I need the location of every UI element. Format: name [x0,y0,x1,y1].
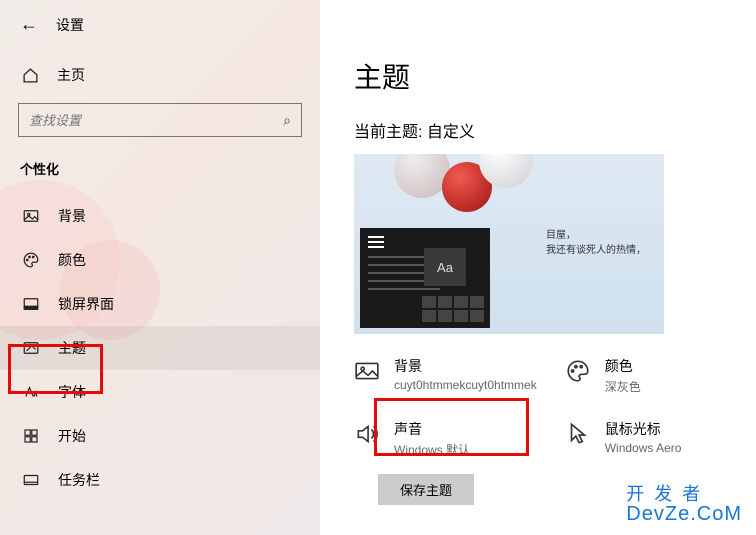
taskbar-icon [22,471,40,489]
setting-sound[interactable]: 声音 Windows 默认 [354,419,537,458]
image-icon [354,358,380,384]
preview-text: 目屋， 我还有谈死人的热情， [546,226,646,256]
setting-label: 颜色 [605,356,641,376]
home-icon [22,67,39,84]
current-theme-label: 当前主题: 自定义 [354,118,726,142]
setting-color[interactable]: 颜色 深灰色 [565,356,726,395]
preview-start-menu: Aa [360,228,490,328]
sidebar-item-label: 颜色 [58,250,86,270]
fonts-icon [22,383,40,401]
sidebar-item-background[interactable]: 背景 [0,194,320,238]
category-label: 个性化 [0,159,320,194]
header: ← 设置 [0,14,320,57]
lockscreen-icon [22,295,40,313]
sidebar: ← 设置 主页 ⌕ 个性化 背景 颜色 锁屏界面 主题 字体 开始 任务栏 [0,0,320,535]
setting-value: Windows Aero [605,441,682,455]
sidebar-item-label: 背景 [58,206,86,226]
themes-icon [22,339,40,357]
sidebar-item-label: 字体 [58,382,86,402]
search-input[interactable] [29,113,283,128]
setting-label: 背景 [394,356,537,376]
app-title: 设置 [56,15,84,35]
home-label: 主页 [57,65,85,85]
sidebar-item-fonts[interactable]: 字体 [0,370,320,414]
setting-value: cuyt0htmmekcuyt0htmmek [394,378,537,392]
setting-cursor[interactable]: 鼠标光标 Windows Aero [565,419,726,458]
home-link[interactable]: 主页 [0,57,320,103]
sound-icon [354,421,380,447]
sidebar-item-themes[interactable]: 主题 [0,326,320,370]
cursor-icon [565,421,591,447]
setting-label: 鼠标光标 [605,419,682,439]
image-icon [22,207,40,225]
sidebar-item-label: 主题 [58,338,86,358]
sidebar-item-lockscreen[interactable]: 锁屏界面 [0,282,320,326]
sidebar-item-color[interactable]: 颜色 [0,238,320,282]
search-icon[interactable]: ⌕ [283,112,291,129]
setting-value: 深灰色 [605,378,641,395]
hamburger-icon [368,236,384,248]
preview-text-sample: Aa [424,248,466,286]
sidebar-item-start[interactable]: 开始 [0,414,320,458]
save-theme-button[interactable]: 保存主题 [378,474,474,505]
setting-value: Windows 默认 [394,441,470,458]
theme-preview[interactable]: 目屋， 我还有谈死人的热情， Aa [354,154,664,334]
main-content: 主题 当前主题: 自定义 目屋， 我还有谈死人的热情， Aa 背景 cuyt0h… [320,0,756,535]
search-box[interactable]: ⌕ [18,103,302,137]
back-arrow-icon[interactable]: ← [20,14,38,35]
start-icon [22,427,40,445]
page-title: 主题 [354,56,726,96]
setting-background[interactable]: 背景 cuyt0htmmekcuyt0htmmek [354,356,537,395]
palette-icon [565,358,591,384]
theme-settings-grid: 背景 cuyt0htmmekcuyt0htmmek 颜色 深灰色 声音 Wind… [354,356,726,458]
sidebar-item-taskbar[interactable]: 任务栏 [0,458,320,502]
sidebar-item-label: 开始 [58,426,86,446]
sidebar-item-label: 锁屏界面 [58,294,114,314]
palette-icon [22,251,40,269]
setting-label: 声音 [394,419,470,439]
sidebar-item-label: 任务栏 [58,470,100,490]
